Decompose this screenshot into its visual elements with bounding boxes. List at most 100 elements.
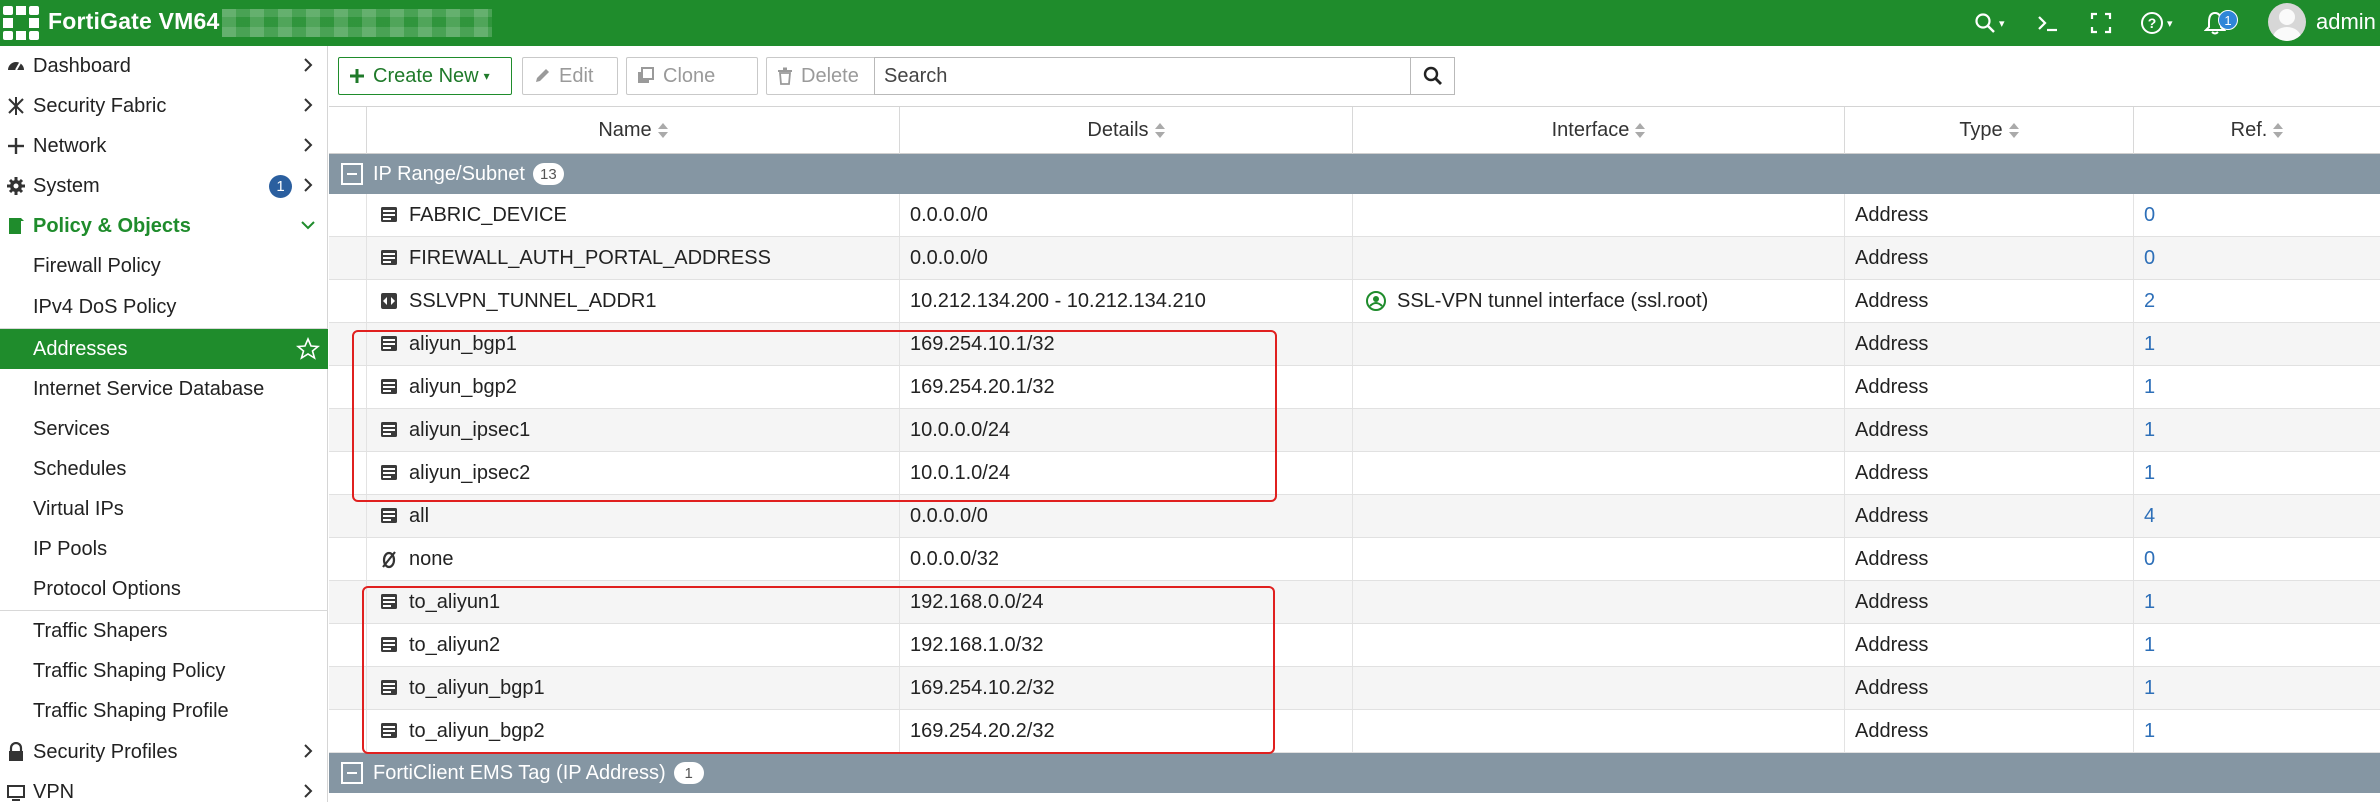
clone-button[interactable]: Clone [626, 57, 758, 95]
column-header-type[interactable]: Type [1845, 107, 2134, 154]
sidebar-item-addresses[interactable]: Addresses [0, 329, 328, 369]
sidebar-item-internet-service-database[interactable]: Internet Service Database [0, 369, 328, 409]
name-cell[interactable]: FIREWALL_AUTH_PORTAL_ADDRESS [367, 237, 900, 279]
address-name: none [409, 547, 454, 570]
user-menu[interactable]: admin ▾ [2316, 9, 2380, 35]
sidebar-item-ip-pools[interactable]: IP Pools [0, 529, 328, 569]
interface-cell [1353, 366, 1845, 408]
delete-button[interactable]: Delete [766, 57, 878, 95]
sidebar-item-vpn[interactable]: VPN [0, 772, 328, 802]
ref-count-link[interactable]: 2 [2144, 290, 2155, 313]
column-header-name[interactable]: Name [367, 107, 900, 154]
address-details: 0.0.0.0/32 [910, 547, 999, 570]
ref-cell[interactable]: 1 [2134, 323, 2380, 365]
search-input[interactable] [875, 58, 1410, 94]
table-row[interactable]: SSLVPN_TUNNEL_ADDR1 10.212.134.200 - 10.2… [329, 280, 2380, 323]
ref-count-link[interactable]: 1 [2144, 419, 2155, 442]
edit-button[interactable]: Edit [522, 57, 618, 95]
fullscreen-button[interactable] [2090, 6, 2112, 40]
ref-count-link[interactable]: 1 [2144, 591, 2155, 614]
table-row[interactable]: none 0.0.0.0/32 Address 0 [329, 538, 2380, 581]
collapse-toggle-icon[interactable] [341, 163, 363, 185]
type-cell: Address [1845, 495, 2134, 537]
ref-cell[interactable]: 1 [2134, 624, 2380, 666]
ref-cell[interactable]: 1 [2134, 710, 2380, 752]
group-label: FortiClient EMS Tag (IP Address) [373, 761, 666, 784]
sidebar-item-traffic-shaping-profile[interactable]: Traffic Shaping Profile [0, 691, 328, 731]
table-row[interactable]: FABRIC_DEVICE 0.0.0.0/0 Address 0 [329, 194, 2380, 237]
sidebar-item-security-profiles[interactable]: Security Profiles [0, 732, 328, 772]
help-menu[interactable]: ? ▾ [2140, 6, 2173, 40]
toolbar: Create New ▾ Edit Clone Delete [330, 57, 1630, 95]
help-icon: ? [2141, 12, 2163, 34]
column-header-interface[interactable]: Interface [1353, 107, 1845, 154]
star-icon[interactable] [296, 337, 320, 361]
address-type: Address [1855, 504, 1929, 527]
ref-count-link[interactable]: 0 [2144, 204, 2155, 227]
column-header-details[interactable]: Details [900, 107, 1353, 154]
address-name: FABRIC_DEVICE [409, 203, 567, 226]
collapse-toggle-icon[interactable] [341, 762, 363, 784]
sidebar-item-protocol-options[interactable]: Protocol Options [0, 569, 328, 609]
sidebar-item-network[interactable]: Network [0, 126, 328, 166]
avatar[interactable] [2268, 3, 2306, 41]
sidebar-item-system[interactable]: System 1 [0, 166, 328, 206]
ref-count-link[interactable]: 1 [2144, 333, 2155, 356]
interface-cell [1353, 452, 1845, 494]
sidebar-item-policy-objects[interactable]: Policy & Objects [0, 206, 328, 246]
annotation-highlight-aliyun [352, 330, 1277, 502]
ref-count-link[interactable]: 0 [2144, 247, 2155, 270]
sidebar-item-schedules[interactable]: Schedules [0, 449, 328, 489]
group-row[interactable]: FortiClient EMS Tag (IP Address) 1 [329, 753, 2380, 793]
sidebar-item-ipv4-dos-policy[interactable]: IPv4 DoS Policy [0, 287, 328, 327]
name-cell[interactable]: none [367, 538, 900, 580]
row-selector[interactable] [329, 194, 367, 236]
group-row[interactable]: IP Range/Subnet 13 [329, 154, 2380, 194]
ref-cell[interactable]: 0 [2134, 194, 2380, 236]
ref-cell[interactable]: 1 [2134, 409, 2380, 451]
ref-cell[interactable]: 0 [2134, 538, 2380, 580]
details-cell: 0.0.0.0/0 [900, 237, 1353, 279]
ref-count-link[interactable]: 1 [2144, 634, 2155, 657]
sidebar-item-label: IPv4 DoS Policy [33, 295, 177, 318]
ref-cell[interactable]: 1 [2134, 581, 2380, 623]
type-cell: Address [1845, 581, 2134, 623]
ref-count-link[interactable]: 4 [2144, 505, 2155, 528]
type-cell: Address [1845, 624, 2134, 666]
search-button[interactable] [1410, 58, 1454, 94]
ref-count-link[interactable]: 1 [2144, 376, 2155, 399]
column-header-ref[interactable]: Ref. [2134, 107, 2380, 154]
ref-cell[interactable]: 1 [2134, 366, 2380, 408]
row-selector[interactable] [329, 538, 367, 580]
sidebar-item-virtual-ips[interactable]: Virtual IPs [0, 489, 328, 529]
table-row[interactable]: FIREWALL_AUTH_PORTAL_ADDRESS 0.0.0.0/0 Add… [329, 237, 2380, 280]
ref-cell[interactable]: 2 [2134, 280, 2380, 322]
ref-count-link[interactable]: 0 [2144, 548, 2155, 571]
address-icon [379, 506, 399, 526]
row-selector[interactable] [329, 237, 367, 279]
sidebar-item-label: Addresses [33, 337, 128, 360]
name-cell[interactable]: FABRIC_DEVICE [367, 194, 900, 236]
row-selector[interactable] [329, 280, 367, 322]
create-new-button[interactable]: Create New ▾ [338, 57, 512, 95]
address-type: Address [1855, 246, 1929, 269]
sidebar-item-dashboard[interactable]: Dashboard [0, 46, 328, 86]
ref-cell[interactable]: 1 [2134, 452, 2380, 494]
search-menu[interactable]: ▾ [1974, 6, 2005, 40]
ref-count-link[interactable]: 1 [2144, 720, 2155, 743]
sidebar-item-traffic-shapers[interactable]: Traffic Shapers [0, 611, 328, 651]
name-cell[interactable]: SSLVPN_TUNNEL_ADDR1 [367, 280, 900, 322]
ref-count-link[interactable]: 1 [2144, 462, 2155, 485]
chevron-down-icon: ▾ [1999, 17, 2005, 30]
ref-cell[interactable]: 4 [2134, 495, 2380, 537]
type-cell: Address [1845, 237, 2134, 279]
cli-console-button[interactable] [2036, 6, 2060, 40]
sidebar-item-security-fabric[interactable]: Security Fabric [0, 86, 328, 126]
sidebar-item-traffic-shaping-policy[interactable]: Traffic Shaping Policy [0, 651, 328, 691]
ref-count-link[interactable]: 1 [2144, 677, 2155, 700]
sidebar-item-services[interactable]: Services [0, 409, 328, 449]
sidebar-item-firewall-policy[interactable]: Firewall Policy [0, 246, 328, 286]
ref-cell[interactable]: 0 [2134, 237, 2380, 279]
ref-cell[interactable]: 1 [2134, 667, 2380, 709]
redacted-hostname [222, 9, 492, 37]
